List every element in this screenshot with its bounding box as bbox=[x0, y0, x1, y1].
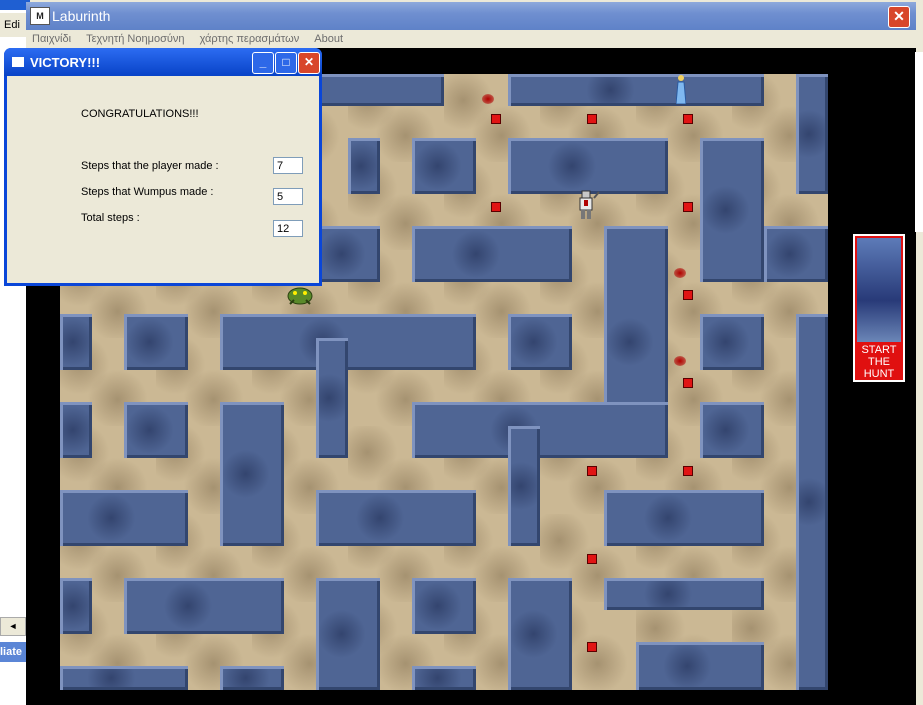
path-marker bbox=[587, 554, 597, 564]
maze-wall bbox=[124, 402, 188, 458]
maze-wall bbox=[220, 666, 284, 690]
dialog-close-button[interactable]: ✕ bbox=[298, 52, 320, 74]
maze-wall bbox=[508, 578, 572, 690]
maze-wall bbox=[60, 578, 92, 634]
path-marker bbox=[491, 114, 501, 124]
window-close-button[interactable]: ✕ bbox=[888, 6, 910, 28]
path-marker bbox=[683, 114, 693, 124]
blood-stain bbox=[482, 94, 494, 104]
wumpus-steps-label: Steps that Wumpus made : bbox=[81, 186, 214, 198]
maze-wall bbox=[412, 138, 476, 194]
path-marker bbox=[683, 378, 693, 388]
maximize-button[interactable]: □ bbox=[275, 52, 297, 74]
menu-item-about[interactable]: About bbox=[308, 30, 349, 48]
menu-bar: Παιχνίδι Τεχνητή Νοημοσύνη χάρτης περασμ… bbox=[26, 30, 916, 48]
start-the-hunt-label: START THE HUNT bbox=[861, 344, 897, 380]
maze-wall bbox=[60, 402, 92, 458]
game-window-titlebar[interactable]: M Laburinth ✕ bbox=[26, 2, 916, 30]
maze-wall bbox=[412, 226, 572, 282]
maze-wall bbox=[316, 578, 380, 690]
path-marker bbox=[587, 466, 597, 476]
victory-dialog-title: VICTORY!!! bbox=[30, 55, 101, 70]
total-steps-field[interactable]: 12 bbox=[273, 220, 303, 237]
maze-wall bbox=[604, 578, 764, 610]
maze-wall bbox=[764, 226, 828, 282]
path-marker bbox=[491, 202, 501, 212]
maze-wall bbox=[60, 314, 92, 370]
dialog-window-icon bbox=[12, 57, 24, 67]
maze-wall bbox=[60, 666, 188, 690]
background-menu-fragment[interactable]: Edi bbox=[4, 19, 20, 31]
maze-wall bbox=[700, 314, 764, 370]
minimize-button[interactable]: _ bbox=[252, 52, 274, 74]
player-steps-label: Steps that the player made : bbox=[81, 160, 219, 172]
maze-wall bbox=[124, 314, 188, 370]
monster-artwork bbox=[857, 238, 901, 342]
scroll-left-arrow[interactable]: ◄ bbox=[0, 617, 26, 636]
victory-dialog: VICTORY!!! _ □ ✕ CONGRATULATIONS!!! Step… bbox=[4, 48, 322, 286]
background-taskbar-fragment[interactable]: liate bbox=[0, 642, 28, 662]
app-icon: M bbox=[30, 7, 50, 25]
path-marker bbox=[683, 202, 693, 212]
menu-item-game[interactable]: Παιχνίδι bbox=[26, 30, 77, 48]
maze-wall bbox=[220, 402, 284, 546]
maze-wall bbox=[412, 578, 476, 634]
wumpus-sprite bbox=[286, 284, 314, 306]
maze-wall bbox=[316, 338, 348, 458]
menu-item-ai[interactable]: Τεχνητή Νοημοσύνη bbox=[80, 30, 190, 48]
window-title: Laburinth bbox=[52, 8, 111, 24]
total-steps-label: Total steps : bbox=[81, 212, 140, 224]
background-window-right-edge bbox=[915, 52, 923, 232]
maze-wall bbox=[412, 666, 476, 690]
wumpus-steps-field[interactable]: 5 bbox=[273, 188, 303, 205]
maze-wall bbox=[508, 138, 668, 194]
maze-wall bbox=[604, 490, 764, 546]
maze-wall bbox=[316, 226, 380, 282]
congratulations-heading: CONGRATULATIONS!!! bbox=[81, 108, 199, 120]
menu-item-map[interactable]: χάρτης περασμάτων bbox=[194, 30, 306, 48]
blood-stain bbox=[674, 356, 686, 366]
maze-wall bbox=[60, 490, 188, 546]
maze-wall bbox=[508, 426, 540, 546]
maze-wall bbox=[316, 490, 476, 546]
maze-wall bbox=[796, 314, 828, 690]
maze-wall bbox=[348, 138, 380, 194]
path-marker bbox=[587, 642, 597, 652]
maze-wall bbox=[700, 138, 764, 282]
maze-wall bbox=[508, 74, 764, 106]
maze-wall bbox=[124, 578, 284, 634]
maze-wall bbox=[220, 314, 476, 370]
victory-dialog-body: CONGRATULATIONS!!! Steps that the player… bbox=[7, 76, 319, 283]
player-steps-field[interactable]: 7 bbox=[273, 157, 303, 174]
path-marker bbox=[587, 114, 597, 124]
player-knight-sprite bbox=[574, 190, 600, 220]
start-the-hunt-button[interactable]: START THE HUNT bbox=[853, 234, 905, 382]
path-marker bbox=[683, 290, 693, 300]
maze-wall bbox=[700, 402, 764, 458]
path-marker bbox=[683, 466, 693, 476]
blood-stain bbox=[674, 268, 686, 278]
victory-dialog-titlebar[interactable]: VICTORY!!! _ □ ✕ bbox=[4, 48, 322, 76]
maze-wall bbox=[796, 74, 828, 194]
maze-wall bbox=[636, 642, 764, 690]
maze-wall bbox=[412, 402, 668, 458]
maze-wall bbox=[508, 314, 572, 370]
princess-sprite bbox=[675, 74, 687, 105]
